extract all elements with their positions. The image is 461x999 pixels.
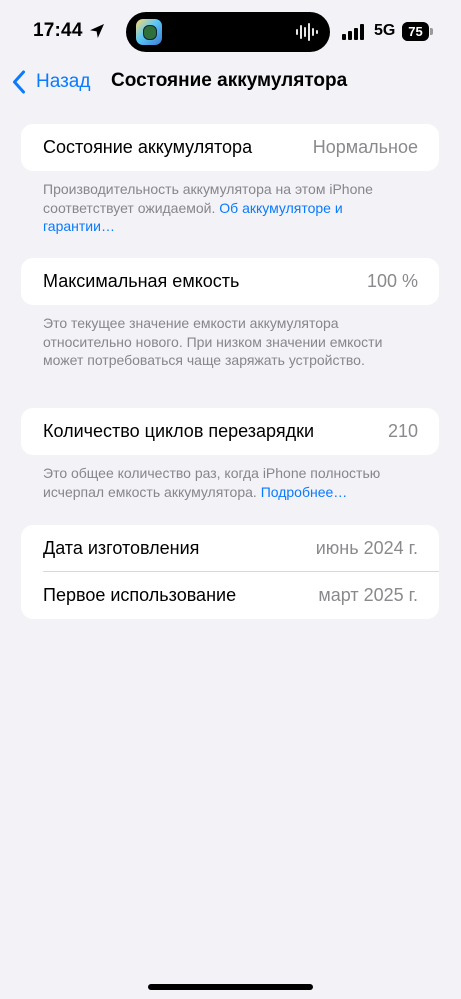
- back-label: Назад: [36, 71, 91, 92]
- first-use-value: март 2025 г.: [318, 585, 418, 605]
- max-capacity-footer: Это текущее значение емкости аккумулятор…: [43, 314, 403, 370]
- battery-state-value: Нормальное: [312, 137, 418, 157]
- cellular-signal-icon: [342, 24, 364, 40]
- battery-state-row: Состояние аккумулятора Нормальное: [21, 124, 439, 171]
- status-bar: 17:44 5G 75: [0, 0, 461, 62]
- navigation-bar: Назад Состояние аккумулятора: [0, 62, 461, 102]
- manufacture-date-row: Дата изготовления июнь 2024 г.: [21, 525, 439, 572]
- max-capacity-card: Максимальная емкость 100 %: [21, 258, 439, 305]
- chevron-left-icon: [13, 70, 25, 94]
- status-time: 17:44: [33, 20, 83, 41]
- dynamic-island[interactable]: [126, 12, 330, 52]
- audio-waveform-icon: [296, 23, 318, 41]
- max-capacity-row: Максимальная емкость 100 %: [21, 258, 439, 305]
- manufacture-date-value: июнь 2024 г.: [315, 538, 418, 558]
- network-type: 5G: [374, 22, 396, 39]
- battery-state-card: Состояние аккумулятора Нормальное: [21, 124, 439, 171]
- cycle-count-label: Количество циклов перезарядки: [43, 421, 315, 441]
- max-capacity-footer-text: Это текущее значение емкости аккумулятор…: [43, 315, 383, 368]
- manufacture-date-label: Дата изготовления: [43, 538, 200, 558]
- cycle-count-footer: Это общее количество раз, когда iPhone п…: [43, 464, 403, 501]
- max-capacity-value: 100 %: [366, 271, 418, 291]
- max-capacity-label: Максимальная емкость: [43, 271, 240, 291]
- back-button[interactable]: Назад: [12, 68, 90, 96]
- first-use-label: Первое использование: [43, 585, 237, 605]
- dates-card: Дата изготовления июнь 2024 г. Первое ис…: [21, 525, 439, 619]
- battery-level: 75: [408, 24, 423, 39]
- location-arrow-icon: [90, 24, 104, 38]
- page-title: Состояние аккумулятора: [111, 70, 348, 91]
- battery-state-label: Состояние аккумулятора: [43, 137, 253, 157]
- cycle-count-value: 210: [387, 421, 418, 441]
- cycle-count-row: Количество циклов перезарядки 210: [21, 408, 439, 455]
- cycle-count-card: Количество циклов перезарядки 210: [21, 408, 439, 455]
- battery-state-footer: Производительность аккумулятора на этом …: [43, 180, 403, 236]
- battery-icon: 75: [402, 22, 433, 41]
- home-indicator[interactable]: [148, 984, 313, 990]
- learn-more-link[interactable]: Подробнее…: [261, 484, 348, 500]
- live-activity-app-icon: [136, 19, 162, 45]
- first-use-row: Первое использование март 2025 г.: [21, 572, 439, 619]
